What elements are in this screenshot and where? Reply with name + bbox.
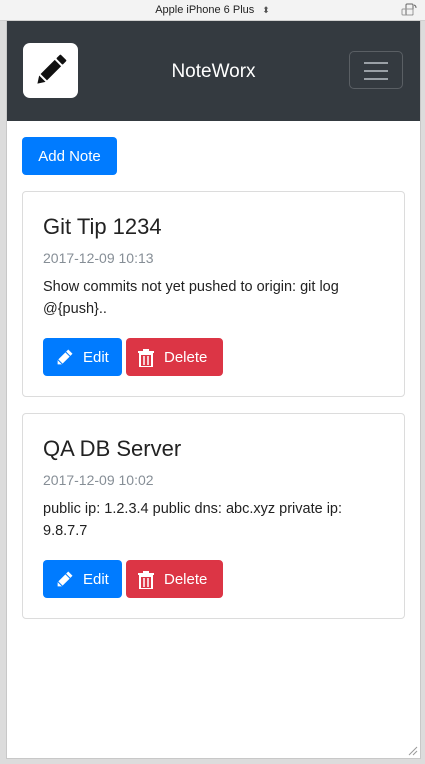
note-card: QA DB Server 2017-12-09 10:02 public ip:… — [22, 413, 405, 619]
note-title: QA DB Server — [43, 436, 182, 461]
edit-label: Edit — [83, 349, 109, 366]
edit-button[interactable]: Edit — [43, 338, 122, 376]
trash-icon — [138, 571, 154, 589]
device-toolbar: Apple iPhone 6 Plus ⬍ — [0, 0, 425, 21]
trash-icon — [138, 349, 154, 367]
rotate-device-icon[interactable] — [401, 3, 417, 17]
delete-button[interactable]: Delete — [126, 560, 223, 598]
pencil-icon — [57, 571, 73, 587]
note-title: Git Tip 1234 — [43, 214, 162, 239]
note-text: public ip: 1.2.3.4 public dns: abc.xyz p… — [43, 501, 343, 539]
delete-button[interactable]: Delete — [126, 338, 223, 376]
add-note-button[interactable]: Add Note — [22, 137, 117, 175]
edit-label: Edit — [83, 571, 109, 588]
hamburger-menu-icon[interactable] — [349, 51, 403, 89]
device-selector[interactable]: Apple iPhone 6 Plus ⬍ — [0, 4, 425, 16]
app-viewport: NoteWorx Add Note Git Tip 1234 2017-12-0… — [6, 21, 421, 759]
pencil-icon — [57, 349, 73, 365]
delete-label: Delete — [164, 349, 208, 366]
note-date: 2017-12-09 10:02 — [43, 472, 154, 488]
note-date: 2017-12-09 10:13 — [43, 250, 154, 266]
delete-label: Delete — [164, 571, 208, 588]
device-dropdown-icon: ⬍ — [262, 5, 270, 15]
device-name: Apple iPhone 6 Plus — [155, 4, 255, 16]
edit-button[interactable]: Edit — [43, 560, 122, 598]
note-card: Git Tip 1234 2017-12-09 10:13 Show commi… — [22, 191, 405, 397]
note-text: Show commits not yet pushed to origin: g… — [43, 279, 339, 317]
resize-grip-icon[interactable] — [408, 746, 418, 756]
navbar: NoteWorx — [7, 21, 420, 121]
